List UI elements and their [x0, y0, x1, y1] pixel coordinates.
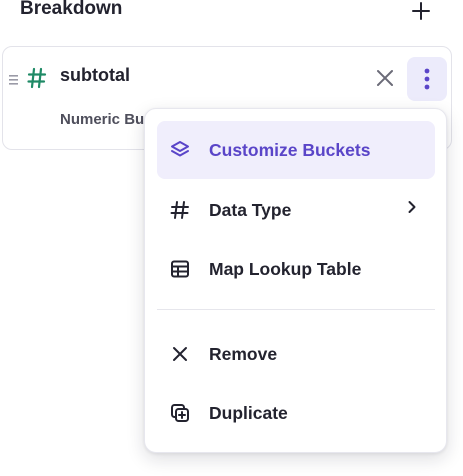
menu-item-label: Customize Buckets	[209, 139, 371, 160]
hash-icon	[167, 197, 193, 223]
kebab-icon	[424, 68, 430, 90]
duplicate-icon	[167, 400, 193, 426]
chevron-right-icon	[407, 200, 417, 219]
close-icon	[167, 341, 193, 367]
menu-item-duplicate[interactable]: Duplicate	[157, 384, 435, 442]
menu-item-label: Map Lookup Table	[209, 258, 362, 279]
menu-item-label: Data Type	[209, 199, 292, 220]
numeric-type-icon	[27, 67, 47, 94]
section-title: Breakdown	[20, 0, 123, 19]
more-options-button[interactable]	[407, 57, 447, 101]
menu-item-data-type[interactable]: Data Type	[157, 181, 435, 239]
menu-item-label: Duplicate	[209, 402, 288, 423]
drag-handle-icon[interactable]	[9, 73, 19, 91]
menu-item-map-lookup-table[interactable]: Map Lookup Table	[157, 240, 435, 298]
field-options-menu: Customize Buckets Data Type Map Lookup T…	[144, 108, 447, 453]
remove-field-icon[interactable]	[375, 68, 395, 93]
layers-icon	[167, 137, 193, 163]
menu-item-customize-buckets[interactable]: Customize Buckets	[157, 121, 435, 179]
menu-item-label: Remove	[209, 343, 278, 364]
field-name: subtotal	[60, 65, 130, 85]
bucket-type-label: Numeric Bu	[60, 111, 145, 128]
add-breakdown-button[interactable]	[406, 0, 436, 24]
table-icon	[167, 256, 193, 282]
menu-divider	[157, 309, 435, 310]
plus-icon	[412, 2, 430, 20]
menu-item-remove[interactable]: Remove	[157, 325, 435, 383]
